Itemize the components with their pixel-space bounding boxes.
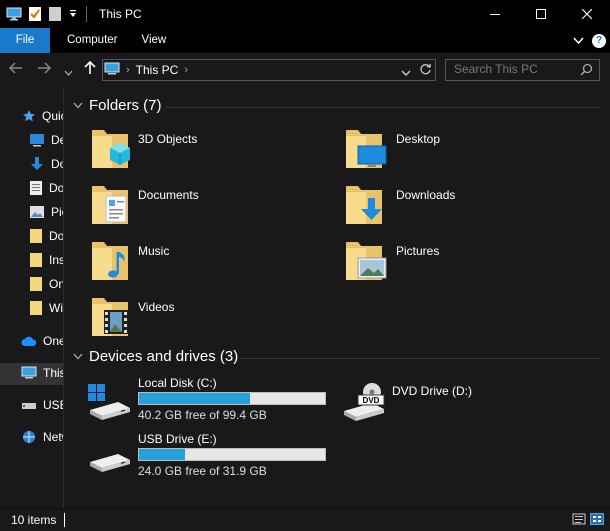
devices-group-header[interactable]: Devices and drives (3) [73, 348, 238, 365]
search-input[interactable]: Search This PC [454, 62, 538, 76]
folder-documents[interactable]: Documents [90, 182, 199, 226]
sidebar-item-usb-drive[interactable]: USB Drive (E:) [21, 395, 64, 415]
folder-icon [30, 301, 42, 315]
collapse-chevron-icon [73, 353, 83, 360]
refresh-icon[interactable] [419, 63, 432, 79]
star-icon [23, 110, 35, 122]
breadcrumb-chevron-icon[interactable]: › [184, 64, 188, 76]
address-bar-content: › This PC › [104, 59, 188, 81]
maximize-icon [536, 9, 546, 19]
sidebar-item-pinned-folder[interactable]: Documents [29, 226, 64, 246]
computer-icon [21, 366, 37, 379]
up-arrow-icon[interactable] [83, 60, 97, 78]
folder-pictures[interactable]: Pictures [344, 238, 439, 282]
collapse-chevron-icon [73, 102, 83, 109]
downloads-folder-icon [346, 186, 382, 224]
devices-group-title: Devices and drives (3) [89, 348, 239, 365]
new-folder-icon[interactable] [48, 6, 62, 22]
forward-arrow-icon[interactable] [37, 61, 52, 78]
folder-icon [30, 229, 42, 243]
sidebar-item-pinned-folder[interactable]: OneDrive [29, 274, 64, 294]
folder-icon [30, 253, 42, 267]
toolbar-divider [86, 6, 87, 22]
minimize-icon [490, 14, 500, 15]
folder-3d-objects[interactable]: 3D Objects [90, 126, 197, 170]
tab-computer[interactable]: Computer [55, 28, 130, 53]
folder-videos[interactable]: Videos [90, 294, 174, 338]
folder-downloads[interactable]: Downloads [344, 182, 455, 226]
sidebar-item-documents[interactable]: Documents [29, 178, 64, 198]
status-divider [64, 513, 65, 527]
status-bar: 10 items [0, 508, 610, 531]
drive-local-disk-c[interactable]: Local Disk (C:) 40.2 GB free of 99.4 GB [88, 376, 338, 426]
documents-icon [30, 181, 42, 195]
quick-access-toolbar: This PC [0, 0, 142, 28]
folders-group-title: Folders (7) [89, 97, 162, 114]
search-icon[interactable] [580, 63, 593, 79]
drive-dvd-d[interactable]: DVD DVD Drive (D:) [342, 383, 592, 423]
group-divider [240, 358, 600, 359]
address-dropdown-icon[interactable] [401, 66, 411, 80]
windows-drive-icon [88, 384, 130, 420]
tab-view[interactable]: View [130, 28, 179, 53]
3d-objects-folder-icon [92, 130, 130, 168]
details-view-icon[interactable] [572, 513, 586, 528]
capacity-fill [139, 393, 250, 404]
desktop-folder-icon [346, 130, 387, 168]
sidebar-item-quick-access[interactable]: Quick access [22, 106, 64, 126]
cloud-icon [21, 336, 37, 346]
computer-icon [104, 62, 120, 79]
sidebar-item-downloads[interactable]: Downloads [29, 154, 64, 174]
capacity-fill [139, 449, 186, 460]
recent-locations-icon[interactable] [64, 65, 73, 79]
pictures-folder-icon [346, 242, 387, 280]
dvd-drive-icon: DVD [344, 383, 385, 421]
title-bar: This PC [0, 0, 610, 28]
window-title: This PC [99, 7, 142, 21]
close-icon [582, 9, 592, 19]
group-divider [166, 107, 600, 108]
breadcrumb-chevron-icon[interactable]: › [126, 64, 130, 76]
sidebar-item-desktop[interactable]: Desktop [29, 130, 64, 150]
documents-folder-icon [92, 186, 128, 224]
usb-drive-icon [90, 454, 130, 472]
videos-folder-icon [92, 298, 128, 336]
folder-music[interactable]: Music [90, 238, 169, 282]
expand-ribbon-icon[interactable] [573, 34, 584, 48]
sidebar-item-this-pc[interactable]: This PC [21, 363, 64, 383]
maximize-button[interactable] [518, 0, 564, 28]
large-icons-view-icon[interactable] [590, 513, 604, 528]
back-arrow-icon[interactable] [8, 61, 23, 78]
folder-desktop[interactable]: Desktop [344, 126, 440, 170]
ribbon-tabs: File Computer View ? [0, 28, 610, 53]
capacity-bar [138, 448, 326, 461]
sidebar-item-pinned-folder[interactable]: Installers [29, 250, 64, 270]
sidebar-item-network[interactable]: Network [21, 427, 64, 447]
breadcrumb-this-pc[interactable]: This PC [136, 63, 179, 77]
item-count: 10 items [11, 513, 57, 527]
customize-toolbar-icon[interactable] [68, 9, 78, 19]
sidebar-item-pictures[interactable]: Pictures [29, 202, 64, 222]
drive-usb-e[interactable]: USB Drive (E:) 24.0 GB free of 31.9 GB [88, 432, 338, 482]
desktop-icon [30, 134, 44, 147]
properties-icon[interactable] [28, 6, 42, 22]
minimize-button[interactable] [472, 0, 518, 28]
music-folder-icon [92, 242, 128, 280]
pictures-icon [30, 206, 44, 218]
close-button[interactable] [564, 0, 610, 28]
navigation-pane: Quick access Desktop Downloads Documents… [0, 88, 64, 508]
sidebar-item-pinned-folder[interactable]: Windows [29, 298, 64, 318]
sidebar-item-onedrive[interactable]: OneDrive [21, 331, 64, 351]
help-icon[interactable]: ? [592, 33, 606, 48]
folder-icon [30, 277, 42, 291]
network-icon [23, 431, 35, 443]
capacity-bar [138, 392, 326, 405]
computer-icon[interactable] [6, 7, 22, 21]
tab-file[interactable]: File [0, 28, 50, 53]
usb-icon [22, 403, 36, 409]
folders-group-header[interactable]: Folders (7) [73, 97, 162, 114]
dvd-label: DVD [363, 396, 380, 405]
download-icon [31, 157, 43, 170]
